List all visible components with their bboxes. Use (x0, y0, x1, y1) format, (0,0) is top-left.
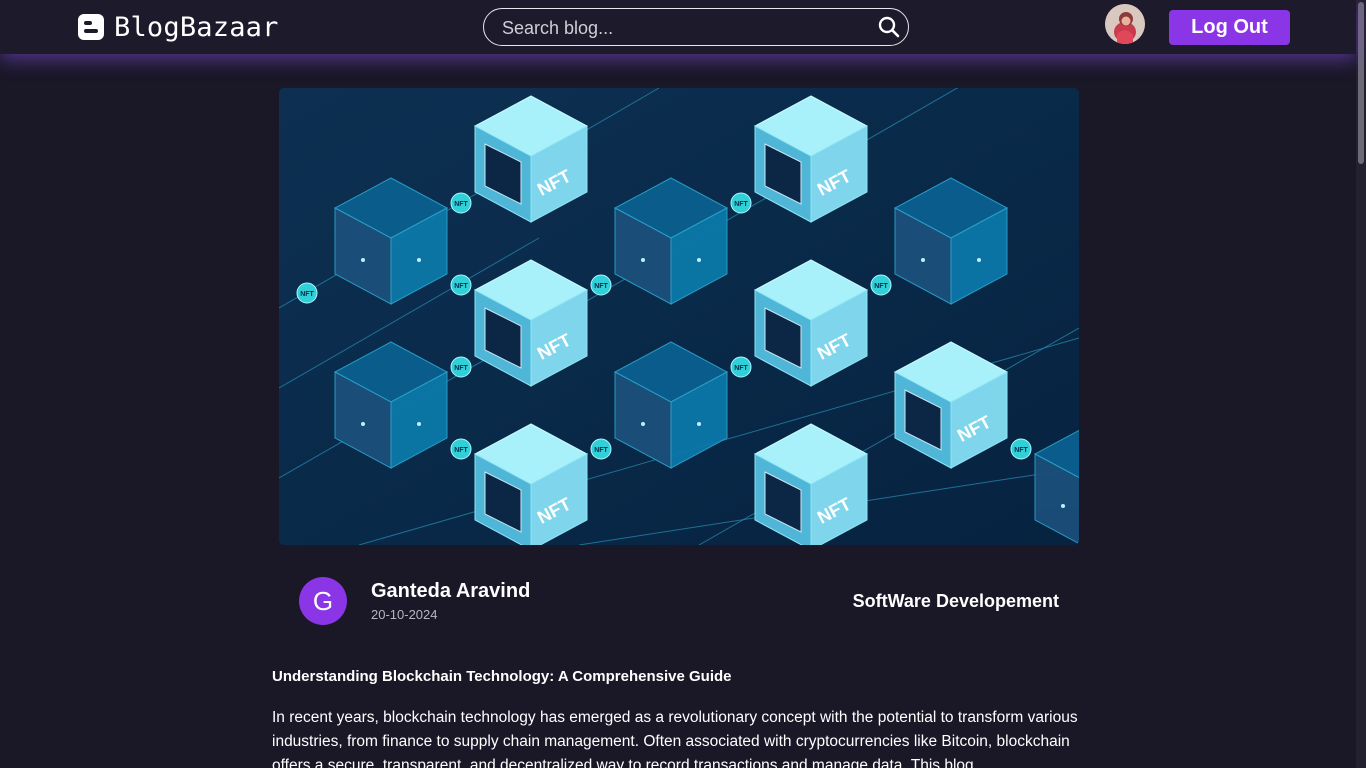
svg-text:NFT: NFT (594, 283, 608, 290)
svg-text:NFT: NFT (874, 283, 888, 290)
post-category[interactable]: SoftWare Developement (853, 591, 1059, 612)
article-title: Understanding Blockchain Technology: A C… (272, 668, 732, 685)
nft-blockchain-illustration: NFT NFTNFT NFTNFTNFT NFTNFT NFTNFT NFT NFTNFTN… (279, 88, 1079, 545)
nft-node-badge: NFT (590, 438, 612, 460)
svg-text:NFT: NFT (734, 201, 748, 208)
blogger-icon (78, 14, 104, 40)
nft-node-badge: NFT (730, 356, 752, 378)
user-avatar[interactable] (1105, 4, 1145, 44)
nft-node-badge: NFT (296, 282, 318, 304)
svg-text:NFT: NFT (454, 283, 468, 290)
profile-photo (1105, 4, 1145, 44)
svg-text:NFT: NFT (734, 365, 748, 372)
nft-node-badge: NFT (590, 274, 612, 296)
brand-name: BlogBazaar (114, 11, 279, 43)
post-date: 20-10-2024 (371, 607, 438, 622)
svg-text:NFT: NFT (454, 201, 468, 208)
author-avatar[interactable]: G (299, 577, 347, 625)
svg-text:NFT: NFT (454, 447, 468, 454)
article-body: In recent years, blockchain technology h… (272, 709, 1078, 768)
svg-text:NFT: NFT (594, 447, 608, 454)
nft-node-badge: NFT (450, 438, 472, 460)
svg-text:NFT: NFT (300, 291, 314, 298)
search-input[interactable] (502, 15, 862, 41)
nft-node-badge: NFT (730, 192, 752, 214)
search-bar (483, 8, 909, 46)
top-navbar: BlogBazaar Log Out (0, 0, 1356, 54)
nft-node-badge: NFT (450, 274, 472, 296)
scrollbar-thumb[interactable] (1358, 2, 1364, 164)
author-name[interactable]: Ganteda Aravind (371, 580, 530, 603)
nft-node-badge: NFT (450, 356, 472, 378)
search-icon[interactable] (878, 16, 900, 38)
nft-node-badge: NFT (450, 192, 472, 214)
nft-node-badge: NFT (870, 274, 892, 296)
post-hero-image: NFT NFT NFT NFT NFT NFT NFT NFT NFT NFT NFT NFT NFT N… (279, 88, 1079, 545)
logout-button[interactable]: Log Out (1169, 10, 1290, 45)
page-scrollbar[interactable] (1356, 0, 1366, 768)
nft-node-badge: NFT (1010, 438, 1032, 460)
svg-text:NFT: NFT (454, 365, 468, 372)
brand-logo-link[interactable]: BlogBazaar (78, 11, 279, 43)
svg-text:NFT: NFT (1014, 447, 1028, 454)
